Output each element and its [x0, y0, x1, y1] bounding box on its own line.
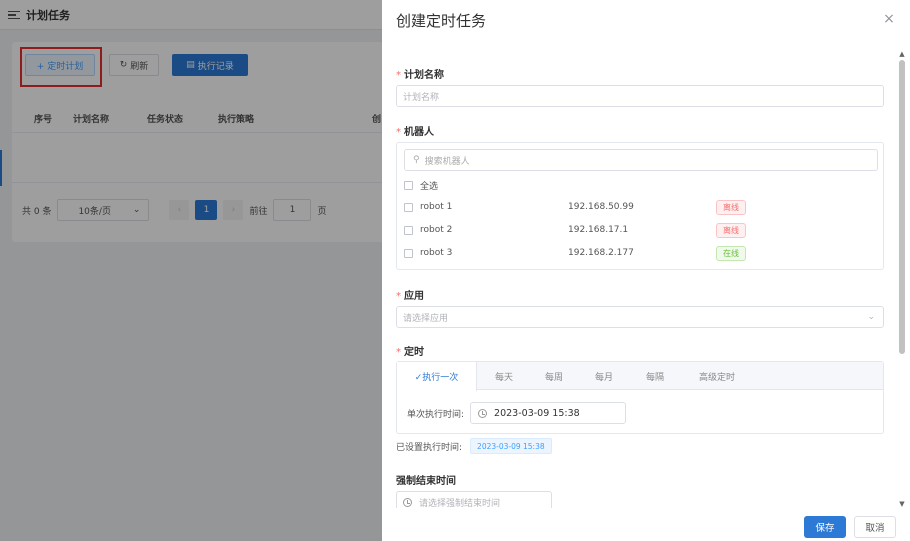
checkbox[interactable] [404, 248, 413, 258]
timer-panel: ✓执行一次 每天 每周 每月 每隔 高级定时 单次执行时间: 2023-03-0… [396, 361, 884, 434]
app-select[interactable]: 请选择应用 ⌄ [396, 306, 884, 328]
robot-label-text: 机器人 [404, 127, 434, 138]
timer-tabs: ✓执行一次 每天 每周 每月 每隔 高级定时 [397, 362, 883, 391]
drawer-footer: 保存 取消 [382, 508, 910, 541]
set-time-row: 已设置执行时间: 2023-03-09 15:38 [396, 438, 552, 454]
set-time-chip: 2023-03-09 15:38 [470, 438, 552, 454]
scrollbar-thumb[interactable] [899, 60, 905, 354]
single-time-row: 单次执行时间: 2023-03-09 15:38 [407, 402, 627, 424]
checkbox[interactable] [404, 181, 413, 190]
single-time-picker[interactable]: 2023-03-09 15:38 [470, 402, 627, 424]
robot-search-input[interactable]: ⚲ 搜索机器人 [404, 149, 878, 171]
plan-name-label-text: 计划名称 [404, 70, 444, 81]
checkbox[interactable] [404, 202, 413, 212]
search-icon: ⚲ [413, 155, 420, 165]
app-label-text: 应用 [404, 291, 424, 302]
force-end-picker[interactable]: 请选择强制结束时间 [396, 491, 552, 508]
robot-row[interactable]: robot 3 192.168.2.177 在线 [404, 245, 884, 261]
robot-name: robot 3 [420, 248, 453, 258]
select-all-label: 全选 [420, 182, 439, 192]
robot-search-placeholder: 搜索机器人 [424, 156, 470, 167]
force-end-placeholder: 请选择强制结束时间 [419, 498, 501, 509]
robot-selector: ⚲ 搜索机器人 全选 robot 1 192.168.50.99 离线 robo… [396, 142, 884, 270]
drawer-header: 创建定时任务 × [382, 0, 910, 40]
force-end-label: 强制结束时间 [396, 476, 456, 487]
tab-weekly[interactable]: 每周 [533, 362, 575, 390]
app-label: * 应用 [396, 287, 424, 302]
robot-row[interactable]: robot 1 192.168.50.99 离线 [404, 199, 884, 215]
robot-name: robot 1 [420, 202, 453, 212]
scroll-up-arrow-icon[interactable]: ▲ [898, 50, 906, 58]
plan-name-label: * 计划名称 [396, 66, 444, 81]
scroll-down-arrow-icon[interactable]: ▼ [898, 500, 906, 508]
timer-label: * 定时 [396, 343, 424, 358]
single-time-label: 单次执行时间: [407, 409, 465, 420]
robot-name: robot 2 [420, 225, 453, 235]
required-mark: * [396, 347, 401, 358]
status-badge: 在线 [716, 245, 746, 261]
drawer-body: * 计划名称 计划名称 * 机器人 ⚲ 搜索机器人 全选 robot 1 192.1… [396, 58, 884, 508]
robot-ip: 192.168.17.1 [568, 225, 629, 235]
tab-daily[interactable]: 每天 [483, 362, 525, 390]
set-time-label: 已设置执行时间: [396, 442, 463, 453]
select-all-checkbox[interactable]: 全选 [404, 179, 438, 192]
plan-name-placeholder: 计划名称 [403, 92, 440, 103]
robot-ip: 192.168.50.99 [568, 202, 634, 212]
drawer-title: 创建定时任务 [396, 11, 487, 30]
cancel-button[interactable]: 取消 [854, 516, 896, 538]
required-mark: * [396, 291, 401, 302]
plan-name-input[interactable]: 计划名称 [396, 85, 884, 107]
create-task-drawer: 创建定时任务 × * 计划名称 计划名称 * 机器人 ⚲ 搜索机器人 全选 robo [382, 0, 910, 541]
close-icon[interactable]: × [882, 12, 896, 26]
tab-advanced[interactable]: 高级定时 [687, 362, 747, 390]
status-badge: 离线 [716, 199, 746, 215]
tab-once[interactable]: ✓执行一次 [397, 362, 477, 391]
robot-ip: 192.168.2.177 [568, 248, 634, 258]
timer-label-text: 定时 [404, 347, 424, 358]
checkbox[interactable] [404, 225, 413, 235]
required-mark: * [396, 70, 401, 81]
save-button[interactable]: 保存 [804, 516, 846, 538]
drawer-scrollbar[interactable]: ▲ ▼ [898, 50, 906, 508]
clock-icon [403, 497, 412, 507]
status-badge: 离线 [716, 222, 746, 238]
tab-monthly[interactable]: 每月 [583, 362, 625, 390]
robot-row[interactable]: robot 2 192.168.17.1 离线 [404, 222, 884, 238]
single-time-value: 2023-03-09 15:38 [494, 407, 580, 419]
robot-label: * 机器人 [396, 123, 434, 138]
tab-interval[interactable]: 每隔 [634, 362, 676, 390]
app-select-placeholder: 请选择应用 [403, 313, 449, 324]
chevron-down-icon: ⌄ [867, 312, 875, 322]
required-mark: * [396, 127, 401, 138]
clock-icon [478, 408, 488, 418]
